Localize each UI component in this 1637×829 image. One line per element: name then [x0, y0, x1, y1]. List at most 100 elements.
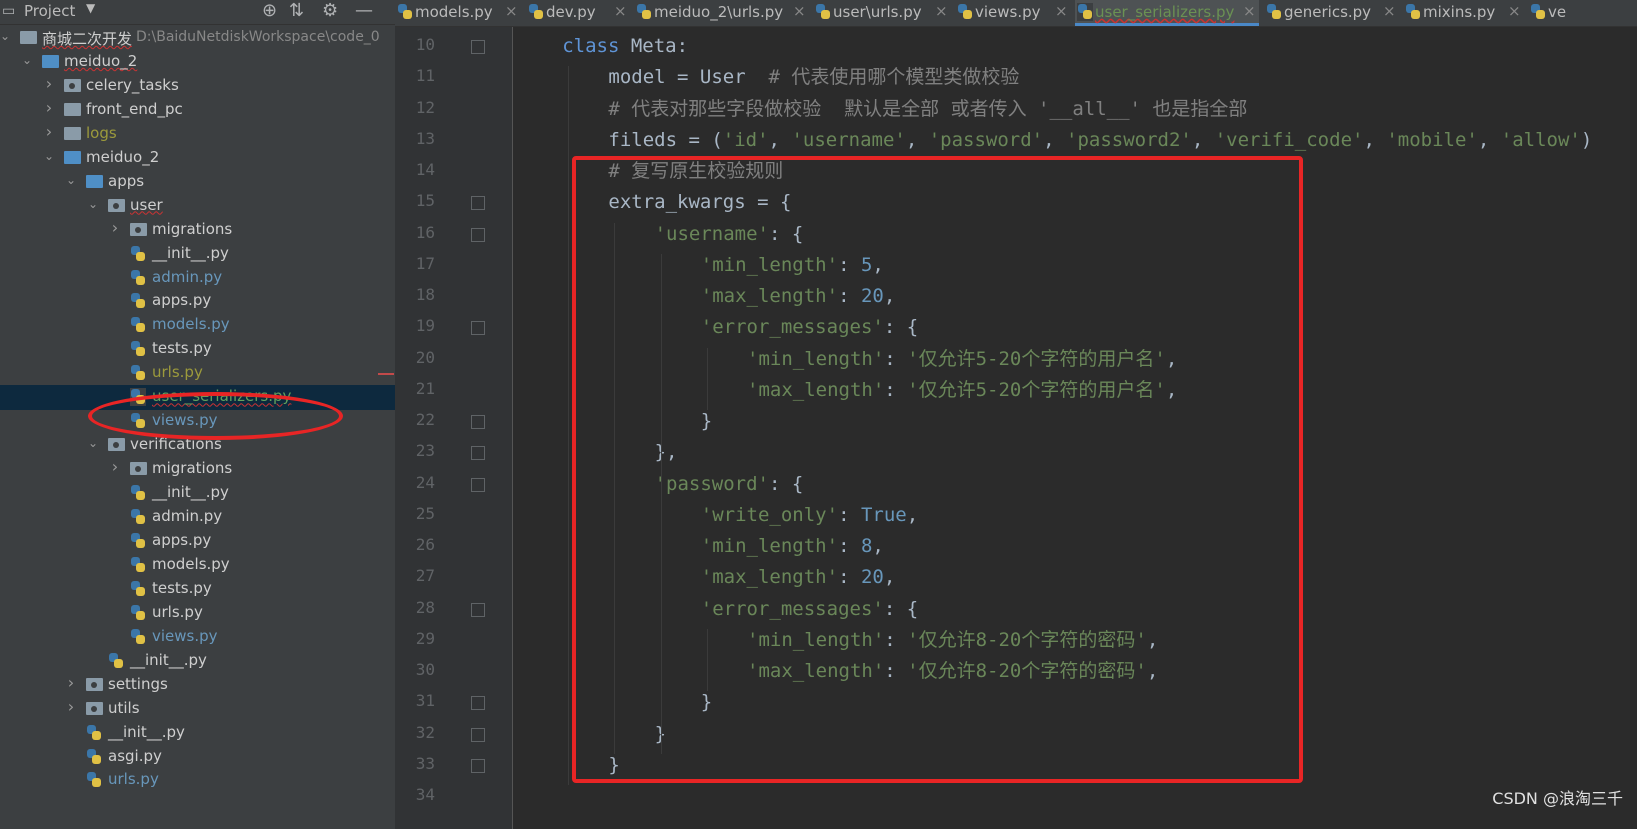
close-icon[interactable]: × [1508, 2, 1521, 20]
editor-tab[interactable]: user_serializers.py × [1075, 0, 1259, 26]
tree-item[interactable]: › settings [0, 673, 395, 698]
tree-item[interactable]: ⌄ user [0, 194, 395, 219]
chevron-right-icon[interactable]: › [42, 122, 56, 141]
close-icon[interactable]: × [1055, 2, 1068, 20]
editor-tab[interactable]: generics.py × [1264, 0, 1399, 26]
fold-marker-icon[interactable] [471, 321, 485, 336]
tree-item[interactable]: ⌄ meiduo_2 [0, 50, 395, 75]
tree-item-label: __init__.py [152, 483, 229, 502]
chevron-down-icon[interactable]: ▼ [86, 1, 95, 15]
package-folder-icon [130, 462, 147, 476]
fold-marker-icon[interactable] [471, 40, 485, 54]
line-number: 21 [415, 378, 435, 398]
tree-item[interactable]: __init__.py [0, 649, 395, 674]
line-number: 34 [415, 785, 435, 804]
fold-marker-icon[interactable] [471, 227, 485, 242]
fold-marker-icon[interactable] [471, 602, 485, 617]
editor-tab[interactable]: views.py × [955, 0, 1071, 26]
fold-marker-icon[interactable] [471, 696, 485, 711]
editor-tab[interactable]: models.py × [395, 0, 521, 26]
chevron-down-icon[interactable]: ⌄ [0, 29, 12, 43]
highlight-box [572, 156, 1303, 783]
tree-item[interactable]: ⌄ apps [0, 170, 395, 195]
close-icon[interactable]: × [935, 2, 948, 20]
chevron-right-icon[interactable]: › [42, 74, 56, 93]
code-token: 'password' [928, 128, 1044, 151]
close-icon[interactable]: × [1383, 2, 1396, 20]
tree-item-label: migrations [152, 459, 233, 478]
line-number: 30 [415, 660, 435, 679]
editor-tab[interactable]: ve [1528, 0, 1637, 26]
fold-marker-icon[interactable] [471, 727, 485, 742]
tree-item[interactable]: views.py [0, 625, 395, 650]
package-folder-icon [64, 78, 81, 92]
collapse-all-icon[interactable]: ⇅ [289, 0, 304, 21]
code-token: ) [1580, 128, 1593, 151]
chevron-right-icon[interactable]: › [64, 697, 78, 716]
tree-item[interactable]: models.py [0, 313, 395, 338]
chevron-down-icon[interactable]: ⌄ [64, 173, 78, 187]
tree-item[interactable]: admin.py [0, 266, 395, 291]
tree-item[interactable]: urls.py [0, 768, 395, 793]
tree-item[interactable]: › celery_tasks [0, 74, 395, 99]
tree-item[interactable]: urls.py [0, 361, 395, 386]
chevron-right-icon[interactable]: › [64, 673, 78, 692]
editor-tab[interactable]: mixins.py × [1403, 0, 1524, 26]
gear-icon[interactable]: ⚙ [322, 0, 338, 21]
fold-marker-icon[interactable] [471, 477, 485, 492]
python-file-icon [130, 484, 146, 503]
tree-item[interactable]: __init__.py [0, 242, 395, 267]
tree-item[interactable]: asgi.py [0, 745, 395, 770]
tree-item[interactable]: › utils [0, 697, 395, 722]
tree-item[interactable]: › logs [0, 122, 395, 147]
fold-marker-icon[interactable] [471, 196, 485, 211]
tree-item-label: admin.py [152, 507, 223, 525]
tree-item[interactable]: › migrations [0, 218, 395, 243]
package-folder-icon [130, 222, 147, 236]
tree-item[interactable]: urls.py [0, 601, 395, 626]
tree-item[interactable]: tests.py [0, 337, 395, 362]
tree-item[interactable]: ⌄ meiduo_2 [0, 146, 395, 171]
python-file-icon [130, 340, 146, 359]
close-icon[interactable]: × [614, 2, 627, 20]
close-icon[interactable]: × [505, 2, 518, 20]
chevron-right-icon[interactable]: › [42, 98, 56, 117]
chevron-down-icon[interactable]: ⌄ [86, 436, 100, 450]
tree-item[interactable]: tests.py [0, 577, 395, 602]
python-file-icon [86, 771, 102, 790]
tree-item[interactable]: ⌄ 商城二次开发 D:\BaiduNetdiskWorkspace\code_0 [0, 26, 395, 51]
locate-icon[interactable]: ⊕ [262, 0, 277, 21]
tree-item[interactable]: admin.py [0, 505, 395, 530]
tree-item[interactable]: apps.py [0, 529, 395, 554]
chevron-down-icon[interactable]: ⌄ [42, 149, 56, 163]
fold-marker-icon[interactable] [471, 446, 485, 461]
project-panel-title[interactable]: Project [24, 2, 75, 20]
tree-item[interactable]: models.py [0, 553, 395, 578]
minimize-icon[interactable]: — [355, 0, 373, 21]
code-token: # 代表对那些字段做校验 默认是全部 或者传入 '__all__' 也是指全部 [608, 97, 1248, 120]
editor-tab-label: generics.py [1284, 3, 1372, 21]
tree-item-label: user [130, 195, 163, 214]
chevron-right-icon[interactable]: › [108, 218, 122, 237]
tree-item[interactable]: apps.py [0, 289, 395, 314]
fold-marker-icon[interactable] [471, 758, 485, 773]
python-file-icon [130, 579, 146, 598]
tree-item[interactable]: › front_end_pc [0, 98, 395, 123]
project-panel-header: ▭ Project ▼ ⊕ ⇅ ⚙ — [0, 0, 395, 25]
close-icon[interactable]: × [1243, 2, 1256, 20]
editor-tab[interactable]: dev.py × [526, 0, 630, 26]
fold-marker-icon[interactable] [471, 415, 485, 429]
chevron-down-icon[interactable]: ⌄ [20, 53, 34, 67]
tree-item[interactable]: __init__.py [0, 721, 395, 746]
code-token: , [1191, 128, 1215, 151]
tree-item[interactable]: › migrations [0, 457, 395, 482]
tree-item[interactable]: __init__.py [0, 481, 395, 506]
tree-item-label: models.py [152, 554, 230, 573]
close-icon[interactable]: × [793, 2, 806, 20]
chevron-down-icon[interactable]: ⌄ [86, 197, 100, 211]
editor-tab[interactable]: user\urls.py × [813, 0, 951, 26]
python-file-icon [86, 747, 102, 766]
chevron-right-icon[interactable]: › [108, 457, 122, 476]
editor-tab[interactable]: meiduo_2\urls.py × [634, 0, 809, 26]
editor-tab-label: models.py [415, 3, 493, 21]
